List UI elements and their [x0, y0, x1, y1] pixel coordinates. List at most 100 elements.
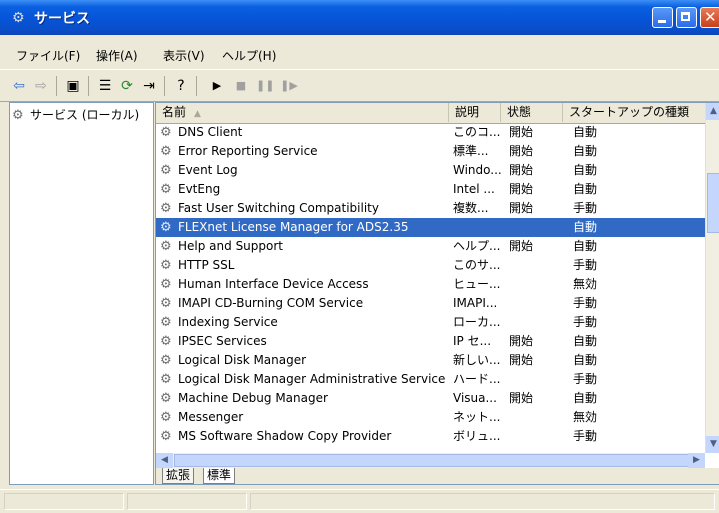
menu-file[interactable]: ファイル(F) [16, 47, 80, 64]
status-pane [127, 493, 247, 510]
table-row[interactable]: ⚙ IPSEC Services IP セ... 開始 自動 [156, 332, 705, 351]
service-startup-type: 自動 [573, 391, 598, 405]
service-startup-type: 手動 [573, 315, 598, 329]
service-gear-icon: ⚙ [160, 163, 172, 178]
column-header-name[interactable]: 名前 ▲ [156, 103, 449, 122]
service-startup-type: 無効 [573, 410, 598, 424]
view-tabs: 拡張 標準 [156, 468, 719, 484]
service-status: 開始 [509, 334, 534, 348]
scroll-left-arrow-icon[interactable]: ◀ [156, 453, 173, 468]
scroll-up-arrow-icon[interactable]: ▲ [706, 103, 719, 120]
table-row[interactable]: ⚙ Event Log Windo... 開始 自動 [156, 161, 705, 180]
properties-icon[interactable]: ☰ [96, 77, 114, 95]
service-startup-type: 自動 [573, 353, 598, 367]
close-button[interactable]: ✕ [700, 7, 719, 28]
table-row[interactable]: ⚙ Logical Disk Manager Administrative Ser… [156, 370, 705, 389]
service-gear-icon: ⚙ [160, 277, 172, 292]
service-name: DNS Client [178, 125, 243, 139]
column-header-startup[interactable]: スタートアップの種類 [563, 103, 706, 122]
tree-pane: ⚙ サービス (ローカル) [9, 102, 154, 485]
service-name: Indexing Service [178, 315, 278, 329]
tab-extended[interactable]: 拡張 [162, 468, 195, 484]
service-description: ハード... [453, 372, 501, 386]
service-status: 開始 [509, 163, 534, 177]
minimize-button[interactable] [652, 7, 673, 28]
menu-help[interactable]: ヘルプ(H) [222, 47, 276, 64]
service-description: Visua... [453, 391, 497, 405]
export-list-icon[interactable]: ⇥ [140, 77, 158, 95]
service-name: IPSEC Services [178, 334, 267, 348]
help-icon[interactable]: ? [172, 77, 190, 95]
scroll-down-arrow-icon[interactable]: ▼ [706, 436, 719, 453]
table-row[interactable]: ⚙ Error Reporting Service 標準... 開始 自動 [156, 142, 705, 161]
service-startup-type: 自動 [573, 163, 598, 177]
tree-item-services-local[interactable]: ⚙ サービス (ローカル) [12, 106, 139, 123]
service-description: 複数... [453, 201, 489, 215]
maximize-button[interactable] [676, 7, 697, 28]
service-status: 開始 [509, 182, 534, 196]
status-bar [0, 489, 719, 513]
vertical-scroll-thumb[interactable] [707, 173, 719, 233]
start-service-icon[interactable]: ▶ [208, 77, 226, 95]
minimize-icon [658, 20, 666, 23]
table-row[interactable]: ⚙ Messenger ネット... 無効 [156, 408, 705, 427]
show-hide-tree-icon[interactable]: ▣ [64, 77, 82, 95]
horizontal-scrollbar[interactable]: ◀ ▶ [156, 453, 705, 468]
restart-service-icon[interactable]: ❚▶ [280, 77, 298, 95]
status-pane [4, 493, 124, 510]
table-row[interactable]: ⚙ EvtEng Intel ... 開始 自動 [156, 180, 705, 199]
service-startup-type: 自動 [573, 182, 598, 196]
tab-standard[interactable]: 標準 [203, 468, 236, 484]
service-startup-type: 無効 [573, 277, 598, 291]
service-name: Human Interface Device Access [178, 277, 369, 291]
service-description: このコ... [453, 125, 501, 139]
service-description: 標準... [453, 144, 489, 158]
service-gear-icon: ⚙ [160, 220, 172, 235]
service-description: Windo... [453, 163, 502, 177]
back-arrow-icon[interactable]: ⇦ [10, 77, 28, 95]
service-gear-icon: ⚙ [160, 391, 172, 406]
service-gear-icon: ⚙ [160, 201, 172, 216]
service-name: FLEXnet License Manager for ADS2.35 [178, 220, 409, 234]
stop-service-icon[interactable]: ■ [232, 77, 250, 95]
title-bar[interactable]: ⚙ サービス ✕ [0, 0, 719, 35]
service-startup-type: 自動 [573, 144, 598, 158]
column-header-status[interactable]: 状態 [501, 103, 563, 122]
service-status: 開始 [509, 125, 534, 139]
service-name: Logical Disk Manager [178, 353, 307, 367]
vertical-scrollbar[interactable]: ▲ ▼ [705, 103, 719, 453]
table-row[interactable]: ⚙ MS Software Shadow Copy Provider ボリュ... 手… [156, 427, 705, 446]
menu-action[interactable]: 操作(A) [96, 47, 138, 64]
menu-view[interactable]: 表示(V) [163, 47, 205, 64]
table-row[interactable]: ⚙ Indexing Service ローカ... 手動 [156, 313, 705, 332]
column-header-label: 名前 [162, 105, 187, 119]
table-row[interactable]: ⚙ Machine Debug Manager Visua... 開始 自動 [156, 389, 705, 408]
service-startup-type: 自動 [573, 239, 598, 253]
service-startup-type: 手動 [573, 429, 598, 443]
column-header-description[interactable]: 説明 [449, 103, 501, 122]
table-row[interactable]: ⚙ Logical Disk Manager 新しい... 開始 自動 [156, 351, 705, 370]
column-header: 名前 ▲ 説明 状態 スタートアップの種類 [156, 103, 719, 124]
table-row[interactable]: ⚙ Human Interface Device Access ヒュー... 無効 [156, 275, 705, 294]
service-status: 開始 [509, 201, 534, 215]
toolbar-separator [88, 76, 89, 96]
service-name: HTTP SSL [178, 258, 235, 272]
service-status: 開始 [509, 239, 534, 253]
table-row-selected[interactable]: ⚙ FLEXnet License Manager for ADS2.35 自動 [156, 218, 705, 237]
service-gear-icon: ⚙ [160, 429, 172, 444]
refresh-icon[interactable]: ⟳ [118, 77, 136, 95]
horizontal-scroll-thumb[interactable] [174, 454, 694, 467]
service-name: EvtEng [178, 182, 221, 196]
service-name: Machine Debug Manager [178, 391, 328, 405]
scroll-right-arrow-icon[interactable]: ▶ [688, 453, 705, 468]
service-name: Messenger [178, 410, 244, 424]
service-name: Logical Disk Manager Administrative Serv… [178, 372, 446, 386]
forward-arrow-icon[interactable]: ⇨ [32, 77, 50, 95]
pause-service-icon[interactable]: ❚❚ [256, 77, 274, 95]
table-row[interactable]: ⚙ IMAPI CD-Burning COM Service IMAPI... 手動 [156, 294, 705, 313]
table-row[interactable]: ⚙ DNS Client このコ... 開始 自動 [156, 123, 705, 142]
table-row[interactable]: ⚙ Fast User Switching Compatibility 複数... 開… [156, 199, 705, 218]
table-row[interactable]: ⚙ HTTP SSL このサ... 手動 [156, 256, 705, 275]
table-row[interactable]: ⚙ Help and Support ヘルプ... 開始 自動 [156, 237, 705, 256]
service-status: 開始 [509, 144, 534, 158]
